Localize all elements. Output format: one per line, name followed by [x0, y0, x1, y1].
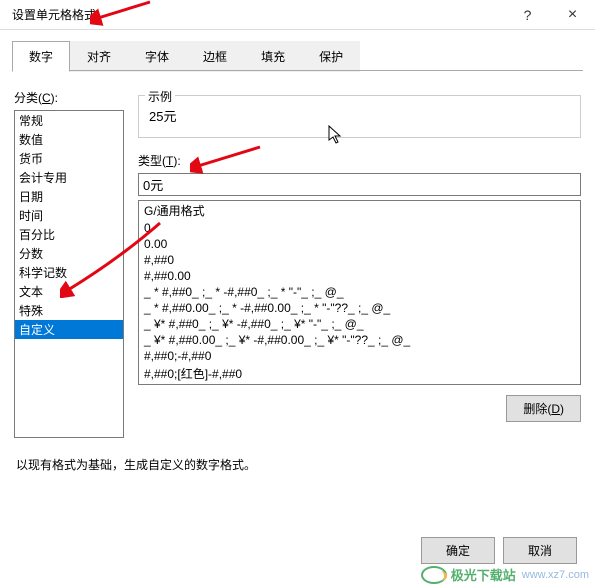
close-button[interactable]: × [550, 0, 595, 30]
help-icon: ? [524, 7, 532, 23]
type-input[interactable] [138, 173, 581, 196]
titlebar: 设置单元格格式 ? × [0, 0, 595, 30]
tab-fill[interactable]: 填充 [244, 41, 302, 72]
category-item-number[interactable]: 数值 [15, 130, 123, 149]
tab-border[interactable]: 边框 [186, 41, 244, 72]
category-item-percentage[interactable]: 百分比 [15, 225, 123, 244]
category-item-date[interactable]: 日期 [15, 187, 123, 206]
type-item[interactable]: 0 [139, 220, 580, 236]
category-panel: 分类(C): 常规 数值 货币 会计专用 日期 时间 百分比 分数 科学记数 文… [14, 89, 124, 438]
hint-text: 以现有格式为基础，生成自定义的数字格式。 [16, 456, 579, 473]
help-button[interactable]: ? [505, 0, 550, 30]
tab-protection[interactable]: 保护 [302, 41, 360, 72]
category-item-special[interactable]: 特殊 [15, 301, 123, 320]
watermark-url: www.xz7.com [522, 569, 589, 581]
delete-button[interactable]: 删除(D) [506, 395, 581, 422]
example-group: 示例 25元 [138, 95, 581, 138]
example-label: 示例 [145, 88, 175, 105]
type-item[interactable]: #,##0;[红色]-#,##0 [139, 364, 580, 383]
tab-strip: 数字 对齐 字体 边框 填充 保护 [12, 40, 583, 71]
category-item-time[interactable]: 时间 [15, 206, 123, 225]
category-item-custom[interactable]: 自定义 [15, 320, 123, 339]
type-item[interactable]: G/通用格式 [139, 201, 580, 220]
category-list[interactable]: 常规 数值 货币 会计专用 日期 时间 百分比 分数 科学记数 文本 特殊 自定… [14, 110, 124, 438]
close-icon: × [568, 6, 577, 24]
format-detail-panel: 示例 25元 类型(T): G/通用格式 0 0.00 #,##0 #,##0.… [138, 89, 581, 438]
tab-alignment[interactable]: 对齐 [70, 41, 128, 72]
type-item[interactable]: _ ¥* #,##0_ ;_ ¥* -#,##0_ ;_ ¥* "-"_ ;_ … [139, 316, 580, 332]
type-item[interactable]: #,##0.00 [139, 268, 580, 284]
type-item[interactable]: _ * #,##0_ ;_ * -#,##0_ ;_ * "-"_ ;_ @_ [139, 284, 580, 300]
dialog-footer: 确定 取消 [421, 537, 577, 564]
type-item[interactable]: #,##0;-#,##0 [139, 348, 580, 364]
type-label: 类型(T): [138, 152, 581, 169]
category-item-accounting[interactable]: 会计专用 [15, 168, 123, 187]
example-value: 25元 [147, 106, 572, 125]
category-item-currency[interactable]: 货币 [15, 149, 123, 168]
watermark-name: 极光下载站 [451, 565, 516, 584]
category-item-general[interactable]: 常规 [15, 111, 123, 130]
cancel-button[interactable]: 取消 [503, 537, 577, 564]
content-area: 分类(C): 常规 数值 货币 会计专用 日期 时间 百分比 分数 科学记数 文… [0, 71, 595, 438]
category-label: 分类(C): [14, 89, 124, 106]
ok-button[interactable]: 确定 [421, 537, 495, 564]
type-item[interactable]: _ * #,##0.00_ ;_ * -#,##0.00_ ;_ * "-"??… [139, 300, 580, 316]
type-list[interactable]: G/通用格式 0 0.00 #,##0 #,##0.00 _ * #,##0_ … [138, 200, 581, 385]
category-item-text[interactable]: 文本 [15, 282, 123, 301]
tab-number[interactable]: 数字 [12, 41, 70, 72]
type-item[interactable]: 0.00 [139, 236, 580, 252]
type-item[interactable]: #,##0 [139, 252, 580, 268]
window-title: 设置单元格格式 [12, 6, 505, 23]
watermark-logo-icon [421, 566, 447, 584]
tab-font[interactable]: 字体 [128, 41, 186, 72]
type-item[interactable]: _ ¥* #,##0.00_ ;_ ¥* -#,##0.00_ ;_ ¥* "-… [139, 332, 580, 348]
watermark: 极光下载站 www.xz7.com [421, 565, 589, 584]
category-item-scientific[interactable]: 科学记数 [15, 263, 123, 282]
category-item-fraction[interactable]: 分数 [15, 244, 123, 263]
